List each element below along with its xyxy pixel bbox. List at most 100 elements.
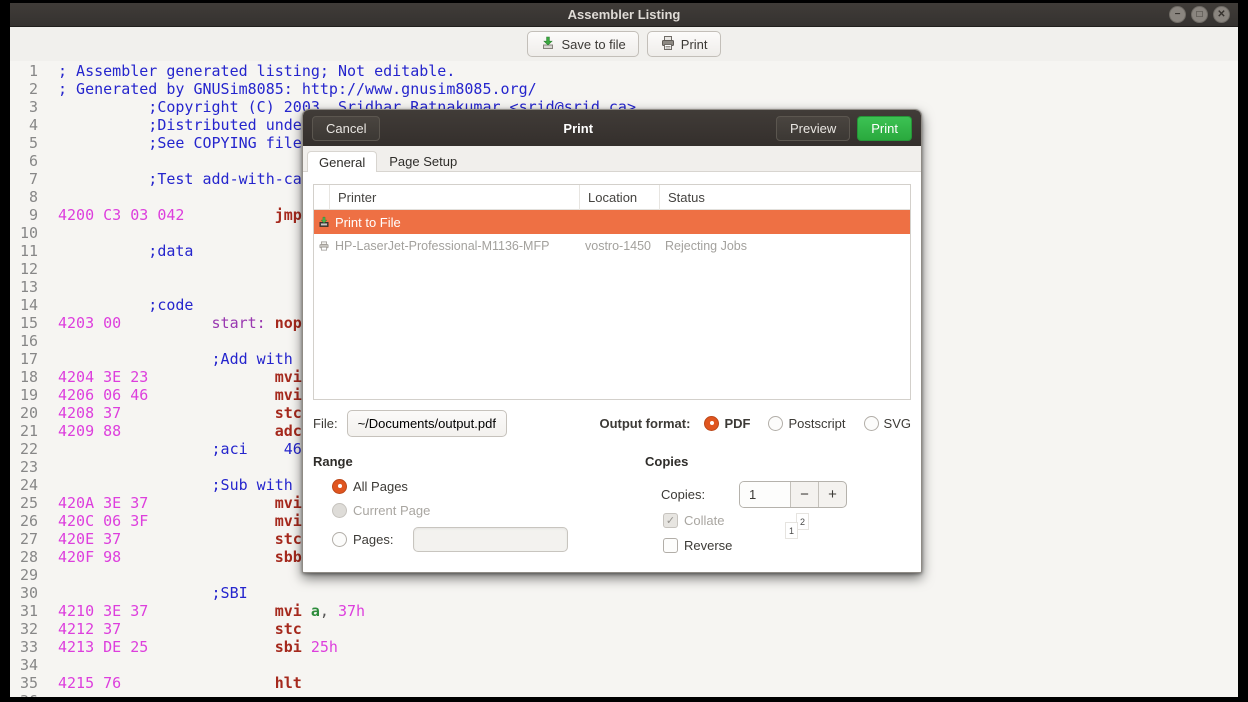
- close-button[interactable]: ✕: [1213, 6, 1230, 23]
- line-number: 6: [10, 152, 38, 170]
- tab-page-setup[interactable]: Page Setup: [377, 150, 469, 171]
- printer-col-location[interactable]: Location: [580, 185, 660, 210]
- code-segment: ;SBI: [58, 584, 248, 602]
- print-dialog-body: Printer Location Status Print to FileHP-…: [303, 172, 921, 572]
- copies-decrement-button[interactable]: −: [790, 482, 818, 507]
- print-toolbar-label: Print: [681, 37, 708, 52]
- code-line: 2; Generated by GNUSim8085: http://www.g…: [10, 80, 1238, 98]
- code-segment: [121, 422, 275, 440]
- range-section: Range All PagesCurrent PagePages:: [313, 454, 645, 558]
- code-line: 1; Assembler generated listing; Not edit…: [10, 62, 1238, 80]
- line-number: 22: [10, 440, 38, 458]
- reverse-label: Reverse: [684, 538, 732, 553]
- code-segment: [121, 404, 275, 422]
- tab-general[interactable]: General: [307, 151, 377, 172]
- code-segment: ; Assembler generated listing; Not edita…: [58, 62, 455, 80]
- range-label-all-pages: All Pages: [353, 479, 408, 494]
- code-line: 30 ;SBI: [10, 584, 1238, 602]
- line-number: 14: [10, 296, 38, 314]
- radio-svg[interactable]: [864, 416, 879, 431]
- code-segment: 420C 06 3F: [58, 512, 148, 530]
- line-number: 27: [10, 530, 38, 548]
- pages-input[interactable]: [413, 527, 568, 552]
- code-segment: 4212 37: [58, 620, 121, 638]
- window-title: Assembler Listing: [10, 7, 1238, 22]
- code-segment: adc: [275, 422, 302, 440]
- file-path-button[interactable]: ~/Documents/output.pdf: [347, 410, 507, 437]
- line-number: 28: [10, 548, 38, 566]
- printer-col-icon: [314, 185, 330, 210]
- line-number: 30: [10, 584, 38, 602]
- range-label-current-page: Current Page: [353, 503, 430, 518]
- cancel-button[interactable]: Cancel: [312, 116, 380, 141]
- print-button[interactable]: Print: [857, 116, 912, 141]
- minimize-button[interactable]: −: [1169, 6, 1186, 23]
- printer-col-status[interactable]: Status: [660, 185, 910, 210]
- print-dialog-title: Print: [387, 121, 769, 136]
- preview-button[interactable]: Preview: [776, 116, 850, 141]
- line-number: 26: [10, 512, 38, 530]
- line-number: 17: [10, 350, 38, 368]
- code-segment: 4203 00: [58, 314, 121, 332]
- printer-icon: [314, 239, 330, 253]
- code-line: 324212 37 stc: [10, 620, 1238, 638]
- line-number: 18: [10, 368, 38, 386]
- code-segment: [148, 512, 274, 530]
- collate-label: Collate: [684, 513, 724, 528]
- line-number: 20: [10, 404, 38, 422]
- printer-col-printer[interactable]: Printer: [330, 185, 580, 210]
- line-number: 31: [10, 602, 38, 620]
- line-number: 7: [10, 170, 38, 188]
- copies-increment-button[interactable]: +: [818, 482, 846, 507]
- save-to-file-button[interactable]: Save to file: [527, 31, 638, 57]
- collate-preview-icon: 2 1: [783, 510, 813, 544]
- code-segment: 4200 C3 03 042: [58, 206, 184, 224]
- printer-icon: [660, 35, 676, 54]
- file-row: File: ~/Documents/output.pdf Output form…: [313, 409, 911, 437]
- printer-cell-status: Rejecting Jobs: [660, 239, 910, 253]
- code-segment: ;aci 46h: [58, 440, 311, 458]
- maximize-button[interactable]: □: [1191, 6, 1208, 23]
- reverse-checkbox[interactable]: [663, 538, 678, 553]
- line-number: 4: [10, 116, 38, 134]
- code-segment: [121, 314, 211, 332]
- format-option-pdf[interactable]: PDF: [704, 416, 750, 431]
- code-segment: ;Sub with c: [58, 476, 311, 494]
- code-segment: ;code: [58, 296, 193, 314]
- radio-postscript[interactable]: [768, 416, 783, 431]
- line-number: 2: [10, 80, 38, 98]
- code-segment: 4208 37: [58, 404, 121, 422]
- code-segment: [302, 602, 311, 620]
- format-option-svg[interactable]: SVG: [864, 416, 911, 431]
- output-format-label: Output format:: [599, 416, 690, 431]
- code-line: 34: [10, 656, 1238, 674]
- code-segment: ;Test add-with-car: [58, 170, 311, 188]
- print-dialog: Cancel Print Preview Print GeneralPage S…: [302, 109, 922, 573]
- code-segment: ,: [320, 602, 338, 620]
- code-line: 36: [10, 692, 1238, 697]
- copies-spinbutton: 1 − +: [739, 481, 847, 508]
- code-segment: [121, 548, 275, 566]
- code-segment: mvi: [275, 512, 302, 530]
- radio-pages[interactable]: [332, 532, 347, 547]
- line-number: 16: [10, 332, 38, 350]
- line-number: 12: [10, 260, 38, 278]
- copies-value[interactable]: 1: [740, 482, 790, 507]
- printer-row[interactable]: HP-LaserJet-Professional-M1136-MFPvostro…: [314, 234, 910, 258]
- format-option-postscript[interactable]: Postscript: [768, 416, 845, 431]
- line-number: 10: [10, 224, 38, 242]
- code-segment: [184, 206, 274, 224]
- range-option-pages: Pages:: [332, 525, 645, 553]
- line-number: 3: [10, 98, 38, 116]
- code-segment: 4215 76: [58, 674, 121, 692]
- code-segment: 420A 3E 37: [58, 494, 148, 512]
- printer-row[interactable]: Print to File: [314, 210, 910, 234]
- code-segment: start:: [212, 314, 266, 332]
- printer-cell-location: vostro-1450: [580, 239, 660, 253]
- radio-all-pages[interactable]: [332, 479, 347, 494]
- print-toolbar-button[interactable]: Print: [647, 31, 721, 57]
- range-options: All Pages Current Page Pages:: [313, 474, 645, 553]
- radio-pdf[interactable]: [704, 416, 719, 431]
- line-number: 29: [10, 566, 38, 584]
- print-to-file-icon: [314, 215, 330, 229]
